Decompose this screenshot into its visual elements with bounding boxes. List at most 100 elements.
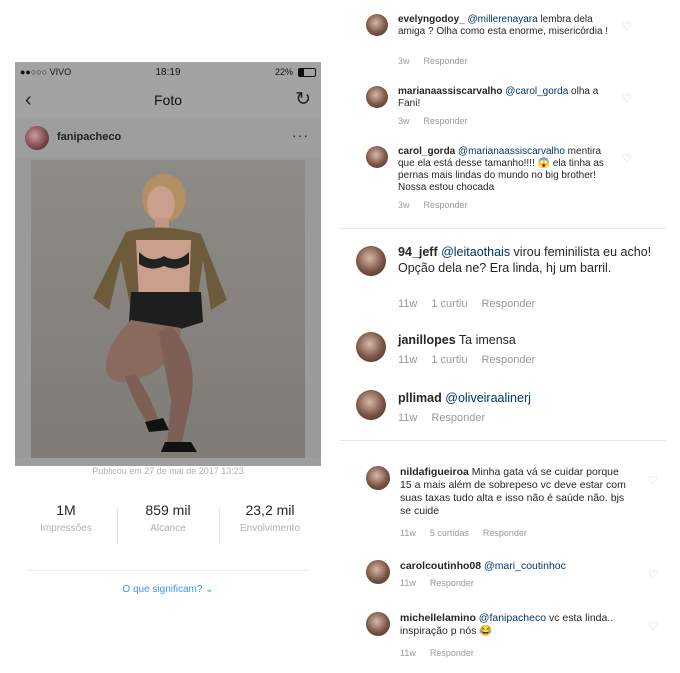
comment-mention[interactable]: @mari_coutinhoc [484,560,566,572]
avatar[interactable] [366,612,390,636]
comment-mention[interactable]: @carol_gorda [505,86,568,97]
heart-outline-icon[interactable]: ♡ [622,20,632,33]
comment-username[interactable]: michellelamino [400,612,476,624]
heart-outline-icon[interactable]: ♡ [648,620,658,633]
comment-text: carolcoutinho08 @mari_coutinhoc [400,560,630,573]
status-bar: ●●○○○ VIVO 18:19 22% [15,62,321,82]
avatar[interactable] [366,560,390,584]
reply-button[interactable]: Responder [431,412,485,424]
phone-screenshot: ●●○○○ VIVO 18:19 22% ‹ Foto ↻ fanipachec… [15,62,321,602]
comment-username[interactable]: 94_jeff [398,245,438,259]
avatar[interactable] [366,86,388,108]
comment: janillopes Ta imensa 11w 1 curtiu Responde… [354,328,670,372]
stat-impressions: 1M Impressões [15,502,117,534]
reply-button[interactable]: Responder [424,56,468,66]
comment-body: Ta imensa [458,333,516,347]
stat-label: Alcance [150,523,186,534]
heart-outline-icon[interactable]: ♡ [648,568,658,581]
comment-meta: 11w Responder [398,412,499,424]
comment-username[interactable]: janillopes [398,333,456,347]
comment-meta: 3w Responder [398,116,482,126]
like-count[interactable]: 5 curtidas [430,528,469,538]
comment-meta: 3w Responder [398,200,482,210]
comment-time: 3w [398,116,410,126]
comment-mention[interactable]: @millerenayara [467,14,537,25]
comment: carol_gorda @marianaassiscarvalho mentir… [364,142,664,218]
heart-outline-icon[interactable]: ♡ [648,474,658,487]
heart-outline-icon[interactable]: ♡ [622,92,632,105]
reply-button[interactable]: Responder [481,354,535,366]
more-options-icon[interactable]: ··· [292,127,309,143]
avatar[interactable] [25,126,49,150]
comment-username[interactable]: evelyngodoy_ [398,14,465,25]
comment-time: 3w [398,56,410,66]
comment-mention[interactable]: @fanipacheco [479,612,546,624]
comment-time: 11w [400,648,416,658]
comment-time: 11w [398,412,418,424]
avatar[interactable] [356,246,386,276]
avatar[interactable] [366,14,388,36]
avatar[interactable] [356,390,386,420]
comment-username[interactable]: pllimad [398,391,442,405]
stat-value: 23,2 mil [245,502,295,518]
reply-button[interactable]: Responder [424,116,468,126]
comment-username[interactable]: carol_gorda [398,146,455,157]
like-count[interactable]: 1 curtiu [431,354,467,366]
battery-icon [298,68,316,77]
post-header: fanipacheco ··· [15,118,321,158]
stat-value: 1M [56,502,76,518]
comment-text: 94_jeff @leitaothais virou feminilista e… [398,244,668,276]
comment-time: 11w [398,298,418,310]
comment-username[interactable]: nildafigueiroa [400,466,469,478]
comment: pllimad @oliveiraalinerj 11w Responder [354,386,670,430]
comment: marianaassiscarvalho @carol_gorda olha a… [364,82,664,130]
reply-button[interactable]: Responder [424,200,468,210]
comment: 94_jeff @leitaothais virou feminilista e… [354,240,670,318]
comment-meta: 11w Responder [400,648,488,658]
stat-label: Impressões [40,523,92,534]
section-divider [340,440,666,441]
reply-button[interactable]: Responder [481,298,535,310]
comment-time: 11w [400,578,416,588]
comment-text: janillopes Ta imensa [398,332,668,348]
like-count[interactable]: 1 curtiu [431,298,467,310]
comment-meta: 11w Responder [400,578,488,588]
battery-percent: 22% [274,67,293,77]
insights-stats: 1M Impressões 859 mil Alcance 23,2 mil E… [15,502,321,562]
comment-meta: 11w 1 curtiu Responder [398,354,549,366]
comment-time: 11w [400,528,416,538]
avatar[interactable] [366,466,390,490]
comment-mention[interactable]: @marianaassiscarvalho [458,146,565,157]
avatar[interactable] [366,146,388,168]
comment-mention[interactable]: @leitaothais [441,245,510,259]
heart-outline-icon[interactable]: ♡ [622,152,632,165]
stat-value: 859 mil [145,502,191,518]
published-date: Publicou em 27 de mai de 2017 13:23 [92,466,244,476]
comment-meta: 3w Responder [398,56,482,66]
nav-bar: ‹ Foto ↻ [15,82,321,119]
what-they-mean-link[interactable]: O que significam? ⌄ [15,584,321,595]
comment-username[interactable]: marianaassiscarvalho [398,86,503,97]
woman-photo-illustration [93,174,227,452]
post-username[interactable]: fanipacheco [57,131,121,143]
comment: michellelamino @fanipacheco vc esta lind… [364,608,664,664]
comment: carolcoutinho08 @mari_coutinhoc 11w Respo… [364,556,664,596]
section-divider [340,228,666,229]
comment-text: marianaassiscarvalho @carol_gorda olha a… [398,86,618,110]
comment-username[interactable]: carolcoutinho08 [400,560,481,572]
post-photo [31,160,305,458]
reply-button[interactable]: Responder [430,648,474,658]
comment-text: carol_gorda @marianaassiscarvalho mentir… [398,146,618,194]
comment-text: pllimad @oliveiraalinerj [398,390,668,406]
reply-button[interactable]: Responder [430,578,474,588]
stat-reach: 859 mil Alcance [117,502,219,534]
stat-engagement: 23,2 mil Envolvimento [219,502,321,534]
comment-meta: 11w 5 curtidas Responder [400,528,541,538]
refresh-icon[interactable]: ↻ [295,88,311,111]
avatar[interactable] [356,332,386,362]
comment-mention[interactable]: @oliveiraalinerj [445,391,531,405]
comment: nildafigueiroa Minha gata vá se cuidar p… [364,462,664,546]
comment-text: michellelamino @fanipacheco vc esta lind… [400,612,630,638]
comment-meta: 11w 1 curtiu Responder [398,298,549,310]
reply-button[interactable]: Responder [483,528,527,538]
